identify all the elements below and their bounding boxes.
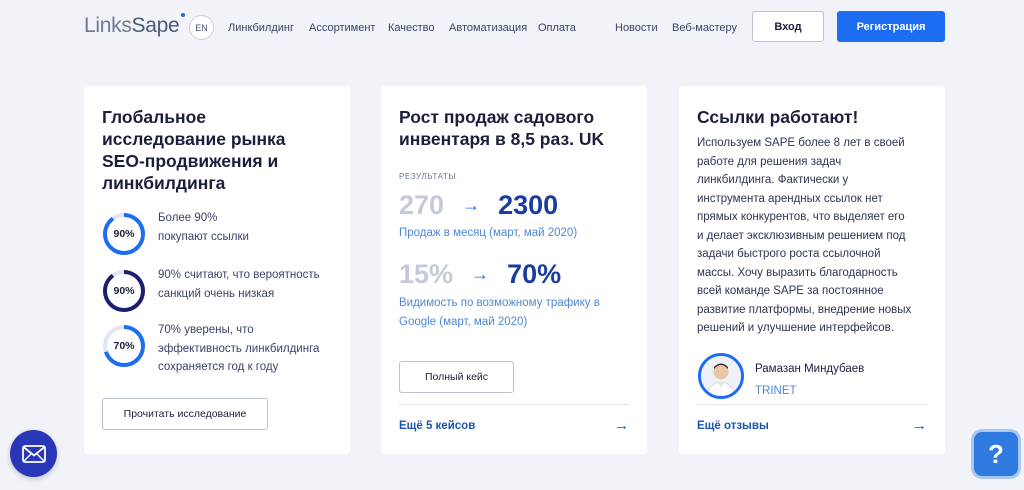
login-button[interactable]: Вход: [752, 11, 824, 42]
ring-label: 70%: [113, 340, 135, 352]
contact-button[interactable]: [10, 430, 57, 477]
card-case-title: Рост продаж садового инвентаря в 8,5 раз…: [399, 106, 604, 150]
arrow-right-icon[interactable]: →: [614, 417, 629, 434]
logo-text-links: Links: [84, 14, 132, 37]
divider: [697, 404, 927, 405]
metric-row: 270 → 2300: [399, 190, 558, 221]
nav-webmaster[interactable]: Веб-мастеру: [672, 22, 737, 34]
card-research: Глобальное исследование рынка SEO-продви…: [84, 86, 350, 454]
metric-desc-line: Видимость по возможному трафику в: [399, 297, 600, 309]
avatar-person-icon: [701, 356, 741, 396]
ring-label: 90%: [113, 228, 135, 240]
more-cases-link[interactable]: Ещё 5 кейсов: [399, 420, 475, 432]
arrow-right-icon: →: [462, 195, 481, 215]
stat-item: 90% 90% считают, что вероятность санкций…: [102, 269, 320, 313]
help-icon[interactable]: ?: [974, 432, 1018, 476]
metric-desc-line: Продаж в месяц (март, май 2020): [399, 227, 578, 239]
read-research-button[interactable]: Прочитать исследование: [102, 398, 268, 430]
card-case: Рост продаж садового инвентаря в 8,5 раз…: [381, 86, 647, 454]
stat-line: сохраняется год к году: [158, 361, 279, 373]
metric-desc-line: Google (март, май 2020): [399, 316, 528, 328]
logo-dot-icon: [181, 13, 186, 17]
stat-line: санкций очень низкая: [158, 287, 275, 300]
metric-old-value: 15%: [399, 259, 454, 289]
progress-ring: 70%: [102, 324, 146, 368]
arrow-right-icon: →: [471, 264, 490, 284]
title-line: линкбилдинга: [102, 173, 226, 193]
metric-description: Продаж в месяц (март, май 2020): [399, 224, 577, 243]
review-line: всей команде SAPE за постоянное: [697, 285, 884, 297]
stat-line: 70% уверены, что: [158, 324, 254, 336]
stat-line: покупают ссылки: [158, 230, 249, 243]
stat-item: 70% 70% уверены, что эффективность линкб…: [102, 324, 319, 377]
review-line: решений и улучшение интерфейсов.: [697, 322, 894, 334]
review-text: Используем SAPE более 8 лет в своей рабо…: [697, 134, 929, 338]
stat-text: Более 90% покупают ссылки: [158, 209, 249, 256]
nav-automation[interactable]: Автоматизация: [449, 22, 527, 34]
metric-new-value: 2300: [498, 190, 559, 220]
title-line: инвентаря в 8,5 раз. UK: [399, 129, 605, 149]
stat-line: Более 90%: [158, 212, 218, 224]
language-switch[interactable]: EN: [189, 15, 214, 40]
card-research-title: Глобальное исследование рынка SEO-продви…: [102, 106, 286, 194]
stat-text: 90% считают, что вероятность санкций оче…: [158, 266, 320, 313]
reviewer-company: TRINET: [755, 385, 797, 397]
register-button[interactable]: Регистрация: [837, 11, 945, 42]
arrow-right-icon[interactable]: →: [912, 417, 927, 434]
logo-text-sape: Sape: [131, 14, 180, 37]
card-testimonial: Ссылки работают! Используем SAPE более 8…: [679, 86, 945, 454]
title-line: Глобальное: [102, 107, 207, 127]
review-line: и делает эксклюзивным решением под: [697, 229, 906, 242]
review-line: Используем SAPE более 8 лет в своей: [697, 137, 905, 149]
review-line: работе для решения задач: [697, 155, 842, 168]
logo[interactable]: LinksSape: [84, 13, 186, 38]
full-case-button[interactable]: Полный кейс: [399, 361, 514, 393]
nav-linkbuilding[interactable]: Линкбилдинг: [228, 22, 294, 34]
stat-line: 90% считают, что вероятность: [158, 269, 320, 281]
divider: [399, 404, 629, 405]
nav-payment[interactable]: Оплата: [538, 22, 576, 34]
title-line: Рост продаж садового: [399, 107, 595, 127]
card-testimonial-title: Ссылки работают!: [697, 107, 859, 127]
review-line: массы. Хочу выразить благодарность: [697, 266, 898, 279]
site-header: LinksSape EN Линкбилдинг Ассортимент Кач…: [0, 0, 1024, 56]
stat-text: 70% уверены, что эффективность линкбилди…: [158, 321, 319, 377]
progress-ring: 90%: [102, 269, 146, 313]
nav-news[interactable]: Новости: [615, 22, 658, 34]
review-line: развитие платформы, внедрение новых: [697, 303, 912, 316]
title-line: SEO-продвижения и: [102, 151, 279, 171]
title-line: исследование рынка: [102, 129, 286, 149]
ring-label: 90%: [113, 285, 135, 297]
stat-line: эффективность линкбилдинга: [158, 342, 320, 355]
metric-description: Видимость по возможному трафику в Google…: [399, 294, 600, 332]
metric-new-value: 70%: [507, 259, 562, 289]
nav-assortment[interactable]: Ассортимент: [309, 22, 375, 34]
review-line: инструмента арендных ссылок нет: [697, 192, 883, 205]
more-reviews-link[interactable]: Ещё отзывы: [697, 420, 769, 432]
review-line: линкбилдинга. Фактически у: [697, 174, 849, 186]
mail-icon: [21, 444, 46, 463]
reviewer-name: Рамазан Миндубаев: [755, 363, 865, 375]
stat-item: 90% Более 90% покупают ссылки: [102, 212, 249, 256]
reviewer-avatar: [698, 353, 744, 399]
results-label: РЕЗУЛЬТАТЫ: [399, 172, 457, 181]
metric-row: 15% → 70%: [399, 259, 561, 290]
metric-old-value: 270: [399, 190, 445, 220]
review-line: задачи быстрого роста ссылочной: [697, 248, 881, 260]
nav-quality[interactable]: Качество: [388, 22, 435, 34]
review-line: прямых конкурентов, что выделяет его: [697, 211, 905, 223]
progress-ring: 90%: [102, 212, 146, 256]
